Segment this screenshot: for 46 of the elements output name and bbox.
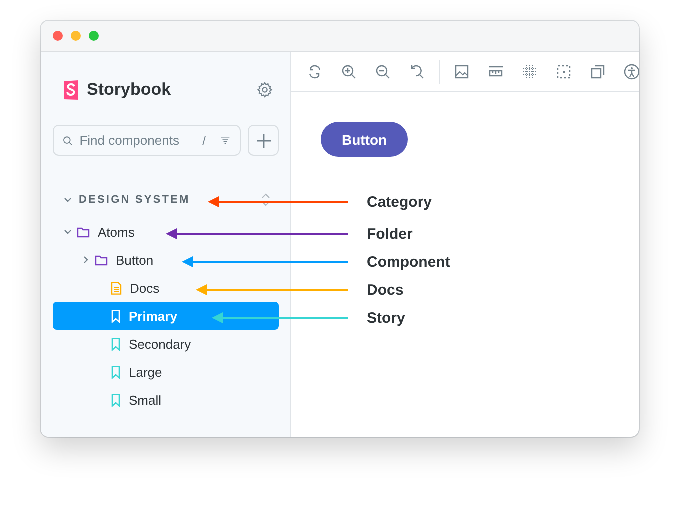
shortcut-key: / xyxy=(202,134,206,148)
sync-icon[interactable] xyxy=(307,64,323,80)
reset-zoom-icon[interactable] xyxy=(409,64,425,80)
folder-item[interactable]: Atoms xyxy=(53,218,279,246)
stacked-frames-icon[interactable] xyxy=(590,64,606,80)
folder-icon xyxy=(77,226,90,238)
chevron-icon[interactable] xyxy=(63,227,73,237)
story-item[interactable]: Large xyxy=(53,358,279,386)
chevron-icon[interactable] xyxy=(63,195,73,205)
docs-item[interactable]: Docs xyxy=(53,274,279,302)
chevron-icon[interactable] xyxy=(81,255,91,265)
image-icon[interactable] xyxy=(454,64,470,80)
add-button[interactable] xyxy=(248,125,279,156)
accessibility-icon[interactable] xyxy=(624,64,639,80)
expand-collapse-icon[interactable] xyxy=(261,193,271,207)
bookmark-icon xyxy=(111,310,121,322)
folder-icon xyxy=(95,254,108,266)
category-header[interactable]: DESIGN SYSTEM xyxy=(53,186,198,214)
story-item[interactable]: Small xyxy=(53,386,279,414)
bookmark-icon xyxy=(111,394,121,406)
filter-icon[interactable] xyxy=(220,135,230,146)
zoom-out-icon[interactable] xyxy=(375,64,391,80)
maximize-button[interactable] xyxy=(89,31,99,41)
annotation-label: Folder xyxy=(367,226,413,242)
document-icon xyxy=(111,282,122,294)
app-logo-text: Storybook xyxy=(87,80,172,100)
search-field[interactable]: Find components / xyxy=(53,125,241,156)
bookmark-icon xyxy=(111,338,121,350)
plus-icon xyxy=(256,134,270,148)
close-button[interactable] xyxy=(53,31,63,41)
annotation-label: Story xyxy=(367,310,406,326)
bookmark-icon xyxy=(111,366,121,378)
settings-icon[interactable] xyxy=(257,82,273,98)
preview-button[interactable]: Button xyxy=(321,122,408,157)
ruler-icon[interactable] xyxy=(488,64,504,80)
annotation-label: Docs xyxy=(367,282,404,298)
search-input[interactable]: Find components xyxy=(80,133,196,148)
grid-icon[interactable] xyxy=(522,64,538,80)
component-item[interactable]: Button xyxy=(53,246,279,274)
annotation-label: Component xyxy=(367,254,450,270)
outline-icon[interactable] xyxy=(556,64,572,80)
search-icon xyxy=(63,134,73,148)
annotation-label: Category xyxy=(367,194,432,210)
story-item[interactable]: Secondary xyxy=(53,330,279,358)
logo-icon xyxy=(63,80,80,100)
zoom-in-icon[interactable] xyxy=(341,64,357,80)
